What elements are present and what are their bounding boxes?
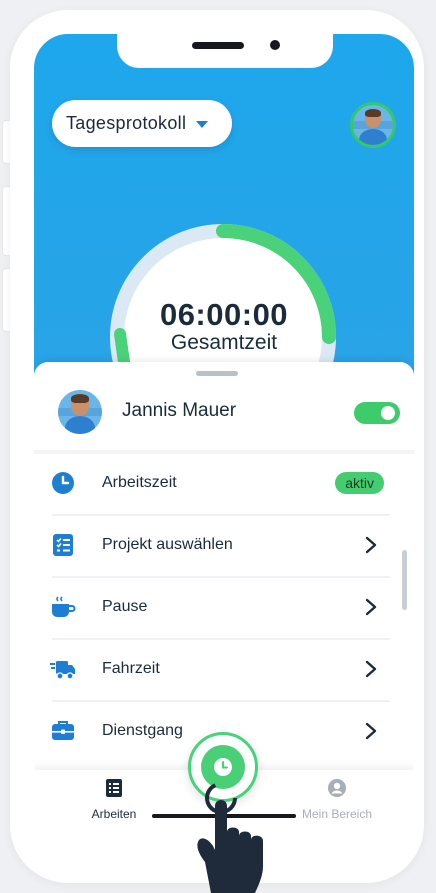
camera-dot — [270, 40, 280, 50]
clock-icon — [52, 472, 74, 494]
truck-icon — [50, 661, 75, 680]
active-toggle[interactable] — [354, 402, 400, 424]
menu-item-arbeitszeit[interactable]: Arbeitszeit aktiv — [34, 454, 390, 516]
app-screen: 06:00:00 Gesamtzeit Tagesprotokoll Janni… — [34, 34, 414, 858]
checklist-icon — [106, 779, 122, 797]
speaker-grille — [192, 42, 244, 49]
tab-arbeiten[interactable]: Arbeiten — [82, 778, 146, 821]
pointing-hand-icon — [197, 782, 263, 893]
menu-item-label: Dienstgang — [102, 722, 183, 739]
tab-label: Arbeiten — [91, 807, 137, 821]
menu-item-label: Pause — [102, 598, 148, 615]
checklist-icon — [53, 534, 73, 556]
view-dropdown-label: Tagesprotokoll — [66, 113, 187, 133]
stage: 06:00:00 Gesamtzeit Tagesprotokoll Janni… — [0, 0, 436, 893]
menu-item-label: Projekt auswählen — [102, 536, 233, 553]
timer-start-mark — [114, 328, 130, 368]
user-row: Jannis Mauer — [34, 384, 414, 446]
timer-value: 06:00:00 — [159, 297, 289, 332]
menu-item-label: Fahrzeit — [102, 660, 160, 677]
menu-item-label: Arbeitszeit — [102, 474, 177, 491]
chevron-right-icon — [365, 722, 377, 740]
menu-item-projekt[interactable]: Projekt auswählen — [34, 516, 390, 578]
chevron-right-icon — [365, 536, 377, 554]
menu-item-fahrzeit[interactable]: Fahrzeit — [34, 640, 390, 702]
user-avatar — [58, 390, 102, 434]
user-circle-icon — [328, 779, 346, 797]
sheet-drag-handle[interactable] — [196, 371, 238, 376]
chevron-right-icon — [365, 660, 377, 678]
coffee-icon — [52, 596, 76, 617]
menu-item-pause[interactable]: Pause — [34, 578, 390, 640]
view-dropdown[interactable]: Tagesprotokoll — [52, 100, 233, 147]
scrollbar[interactable] — [402, 550, 407, 610]
profile-avatar[interactable] — [350, 102, 396, 148]
status-badge: aktiv — [335, 472, 384, 494]
caret-down-icon — [196, 121, 209, 128]
user-name: Jannis Mauer — [122, 400, 237, 421]
briefcase-icon — [52, 721, 74, 740]
timer-label: Gesamtzeit — [170, 331, 278, 354]
toggle-knob — [381, 406, 395, 420]
timer-display: 06:00:00 Gesamtzeit — [34, 297, 414, 355]
device-notch — [117, 34, 333, 68]
tab-label: Mein Bereich — [301, 807, 373, 821]
chevron-right-icon — [365, 598, 377, 616]
tab-mein-bereich[interactable]: Mein Bereich — [292, 778, 382, 821]
